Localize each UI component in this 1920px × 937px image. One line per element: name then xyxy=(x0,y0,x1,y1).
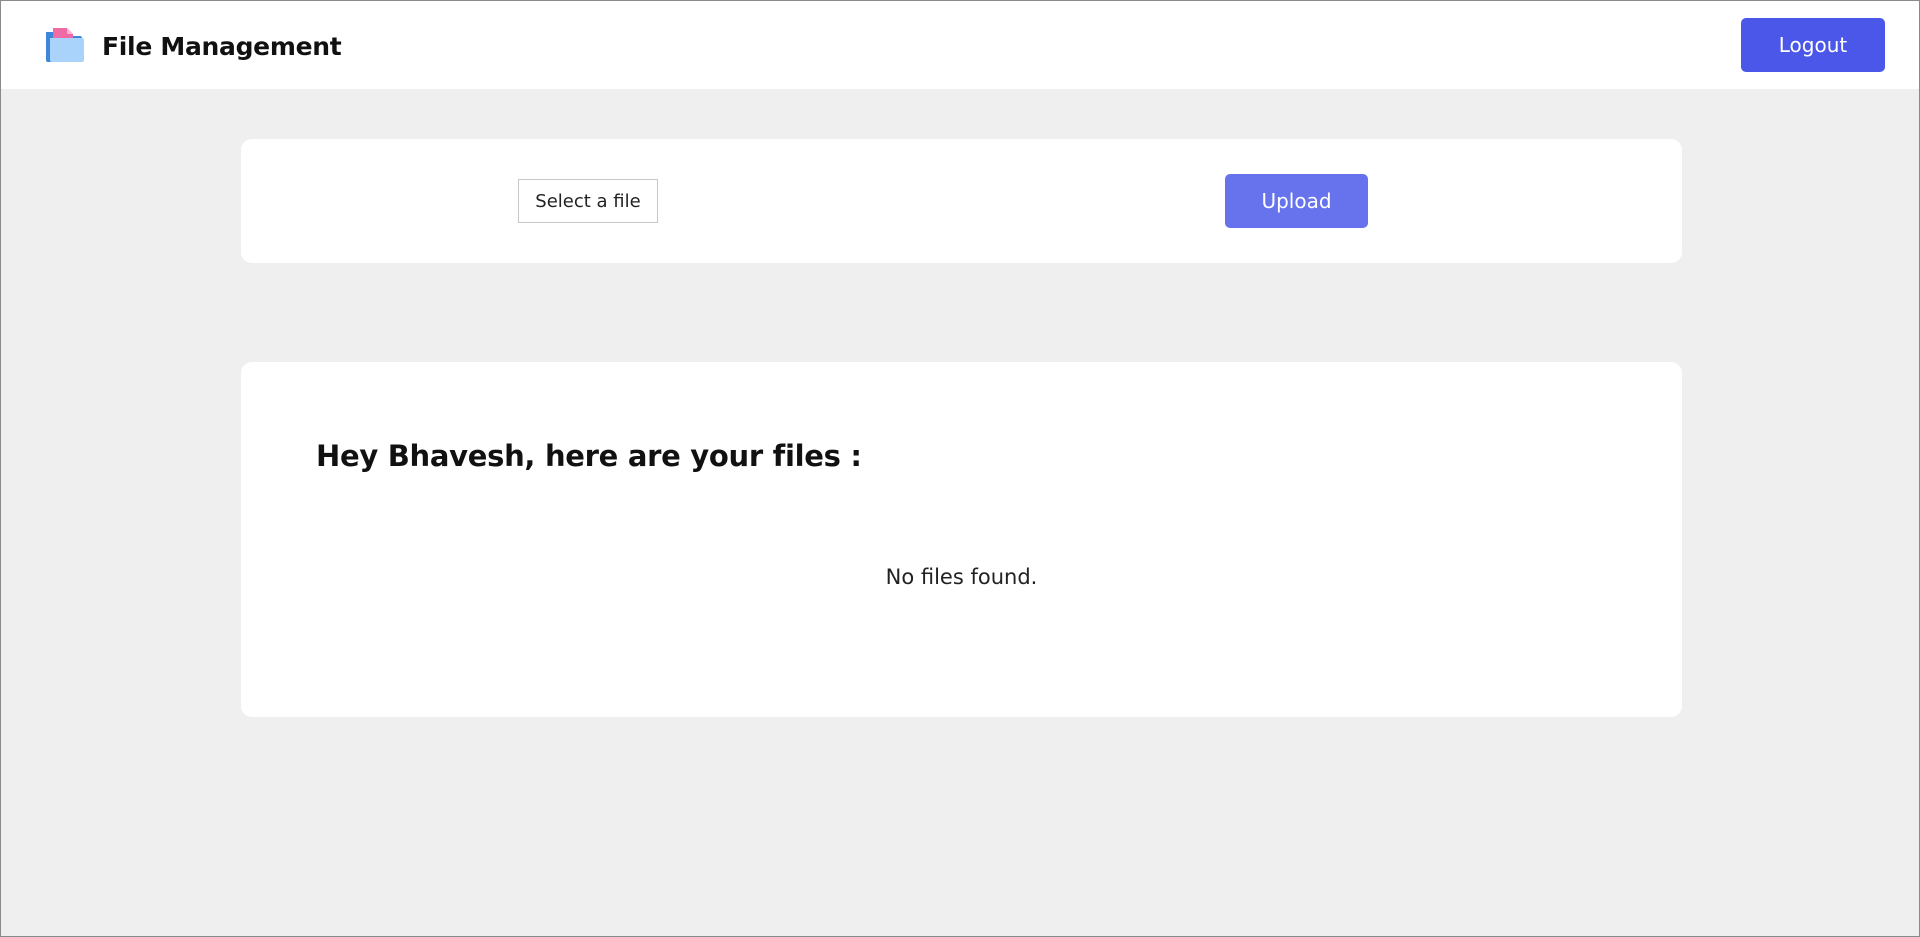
app-header: File Management Logout xyxy=(1,1,1919,89)
brand: File Management xyxy=(44,26,342,66)
folder-icon xyxy=(44,26,84,66)
file-select-input[interactable]: Select a file xyxy=(518,179,658,223)
files-panel: Hey Bhavesh, here are your files : No fi… xyxy=(241,362,1682,717)
empty-files-message: No files found. xyxy=(885,565,1038,589)
upload-button[interactable]: Upload xyxy=(1225,174,1368,228)
logout-button[interactable]: Logout xyxy=(1741,18,1885,72)
app-title: File Management xyxy=(102,31,342,61)
upload-panel: Select a file Upload xyxy=(241,139,1682,263)
files-heading: Hey Bhavesh, here are your files : xyxy=(316,439,862,473)
